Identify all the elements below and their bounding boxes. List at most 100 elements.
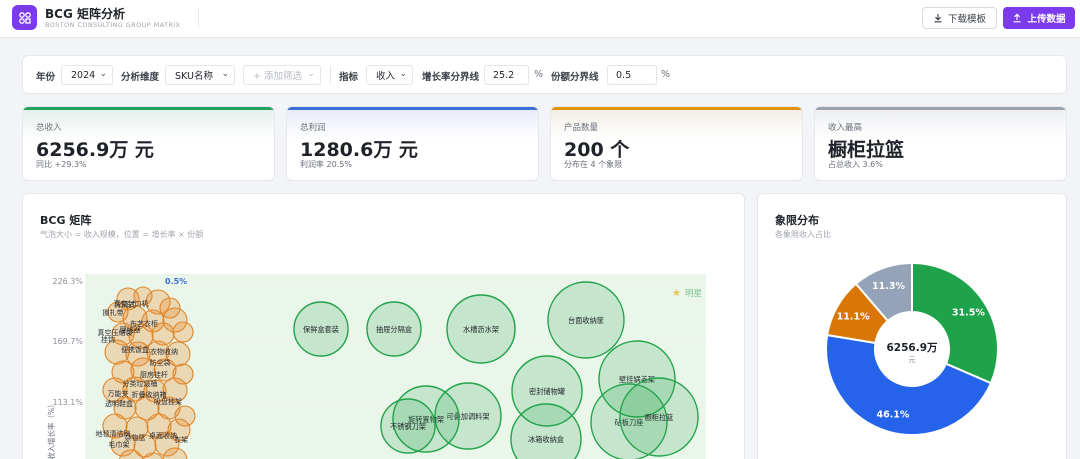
kpi-footnote: 分布在 4 个象限 bbox=[564, 160, 623, 169]
kpi-accent-bar bbox=[287, 107, 538, 110]
question-bubble-label: 万能夹 bbox=[108, 389, 129, 398]
chevron-down-icon: ⌄ bbox=[399, 69, 407, 79]
bubble-label: 抽屉分隔盒 bbox=[376, 325, 412, 334]
kpi-label: 总收入 bbox=[36, 123, 62, 133]
add-filter-select[interactable]: + 添加筛选 ⌄ bbox=[243, 65, 321, 85]
star-bubble[interactable]: 抽屉分隔盒 bbox=[366, 301, 422, 357]
growth-threshold-label: 增长率分界线 bbox=[422, 72, 480, 83]
chevron-down-icon: ⌄ bbox=[99, 69, 107, 79]
donut-slice-label: 11.3% bbox=[872, 281, 905, 292]
star-bubble[interactable]: 台面收纳筐 bbox=[547, 281, 625, 359]
filter-divider bbox=[330, 66, 331, 84]
donut-slice-label: 46.1% bbox=[876, 409, 909, 420]
growth-threshold-input[interactable]: 25.2 bbox=[484, 65, 529, 85]
upload-icon bbox=[1013, 13, 1021, 23]
download-icon bbox=[934, 14, 942, 23]
chevron-down-icon: ⌄ bbox=[307, 69, 315, 79]
kpi-footnote: 占总收入 3.6% bbox=[828, 160, 883, 169]
kpi-card-products: 产品数量 200 个 分布在 4 个象限 bbox=[550, 106, 803, 181]
kpi-card-revenue: 总收入 6256.9万 元 同比 +29.3% bbox=[22, 106, 275, 181]
question-bubble-label: 透明鞋盒 bbox=[105, 399, 133, 408]
kpi-value: 6256.9万 元 bbox=[36, 139, 154, 161]
kpi-card-profit: 总利润 1280.6万 元 利润率 20.5% bbox=[286, 106, 539, 181]
question-bubble-label: 挪扎带 bbox=[103, 308, 124, 317]
year-select[interactable]: 2024 ⌄ bbox=[61, 65, 113, 85]
question-bubble-label: 分隔式 bbox=[115, 300, 136, 309]
download-template-label: 下载模板 bbox=[947, 14, 986, 25]
question-bubble-label: 桌面收纳 bbox=[149, 431, 177, 440]
upload-data-button[interactable]: 上传数据 bbox=[1003, 7, 1075, 29]
metric-value: 收入 bbox=[376, 71, 396, 82]
kpi-footnote: 同比 +29.3% bbox=[36, 160, 87, 169]
app-logo bbox=[12, 5, 37, 30]
star-bubble[interactable]: 橱柜拉篮 bbox=[619, 377, 699, 457]
star-quadrant-tag: ★ 明星 bbox=[672, 288, 702, 299]
year-label: 年份 bbox=[36, 72, 56, 83]
dimension-select[interactable]: SKU名称 ⌄ bbox=[165, 65, 235, 85]
header-divider bbox=[198, 9, 199, 27]
share-threshold-value: 0.5 bbox=[616, 69, 632, 81]
question-bubble-label: 理线器 bbox=[120, 325, 141, 334]
kpi-accent-bar bbox=[23, 107, 274, 110]
star-bubble[interactable]: 不锈钢刀架 bbox=[380, 398, 436, 454]
kpi-label: 收入最高 bbox=[828, 123, 863, 133]
question-bubble-label: 衣架 bbox=[174, 435, 188, 444]
question-bubble-label: 吸盘挂架 bbox=[154, 397, 182, 406]
bubble-label: 冰箱收纳盒 bbox=[528, 435, 564, 444]
bubble-label: 橱柜拉篮 bbox=[645, 413, 674, 422]
bubble-label: 保鲜盒套装 bbox=[303, 325, 339, 334]
quadrant-distribution-panel: 象限分布 各象限收入占比 31.5% 46.1% 11.1% 11.3% 6256.9… bbox=[757, 193, 1067, 459]
share-threshold-label: 份额分界线 bbox=[551, 72, 599, 83]
kpi-accent-bar bbox=[551, 107, 802, 110]
star-bubble[interactable]: 保鲜盒套装 bbox=[293, 301, 349, 357]
download-template-button[interactable]: 下载模板 bbox=[922, 7, 997, 29]
year-value: 2024 bbox=[71, 69, 96, 81]
question-bubble-label: 毛巾架 bbox=[109, 440, 130, 449]
filter-bar: 年份 2024 ⌄ 分析维度 SKU名称 ⌄ + 添加筛选 ⌄ 指标 收入 ⌄ … bbox=[22, 55, 1067, 94]
bubble-label: 水槽沥水架 bbox=[463, 325, 499, 334]
share-unit: % bbox=[661, 69, 671, 80]
bcg-matrix-chart[interactable]: 226.3% 169.7% 113.1% 0.5% ★ 明星 收入增长率（%） … bbox=[23, 194, 745, 459]
metric-label: 指标 bbox=[339, 72, 359, 83]
kpi-value: 1280.6万 元 bbox=[300, 139, 418, 161]
question-bubble[interactable] bbox=[172, 321, 194, 343]
donut-center-value: 6256.9万 bbox=[886, 342, 938, 354]
y-tick-label: 113.1% bbox=[52, 398, 83, 407]
star-bubble[interactable]: 水槽沥水架 bbox=[446, 294, 516, 364]
bcg-matrix-panel: BCG 矩阵 气泡大小 = 收入规模，位置 = 增长率 × 份额 226.3% … bbox=[22, 193, 745, 459]
kpi-value: 橱柜拉篮 bbox=[828, 139, 905, 161]
quadrant-donut-chart[interactable]: 31.5% 46.1% 11.1% 11.3% 6256.9万 元 bbox=[758, 194, 1067, 459]
grid-icon bbox=[18, 11, 31, 24]
share-threshold-input[interactable]: 0.5 bbox=[607, 65, 657, 85]
kpi-label: 产品数量 bbox=[564, 123, 599, 133]
y-tick-label: 226.3% bbox=[52, 277, 83, 286]
question-bubble-label: 厨房挂杆 bbox=[140, 370, 168, 379]
kpi-label: 总利润 bbox=[300, 123, 326, 133]
growth-unit: % bbox=[534, 69, 544, 80]
question-bubble-label: 防尘袋 bbox=[150, 358, 171, 367]
share-threshold-marker: 0.5% bbox=[165, 277, 187, 286]
chevron-down-icon: ⌄ bbox=[221, 69, 229, 79]
y-axis-label: 收入增长率（%） bbox=[46, 400, 56, 459]
app-header: BCG 矩阵分析 BOSTON CONSULTING GROUP MATRIX … bbox=[0, 0, 1080, 38]
star-icon: ★ bbox=[672, 288, 681, 299]
bubble-label: 不锈钢刀架 bbox=[390, 422, 426, 431]
metric-select[interactable]: 收入 ⌄ bbox=[366, 65, 413, 85]
kpi-card-top-product: 收入最高 橱柜拉篮 占总收入 3.6% bbox=[814, 106, 1067, 181]
kpi-accent-bar bbox=[815, 107, 1066, 110]
star-quadrant-label: 明星 bbox=[685, 289, 702, 299]
donut-slice-label: 31.5% bbox=[952, 307, 985, 318]
add-filter-placeholder: + 添加筛选 bbox=[253, 71, 302, 82]
app-title: BCG 矩阵分析 bbox=[45, 7, 125, 21]
question-bubble-label: 衣物收纳 bbox=[150, 347, 178, 356]
bubble-label: 密封储物罐 bbox=[529, 387, 565, 396]
kpi-value: 200 个 bbox=[564, 139, 630, 161]
donut-center-unit: 元 bbox=[909, 356, 916, 364]
dimension-label: 分析维度 bbox=[121, 72, 160, 83]
app-subtitle: BOSTON CONSULTING GROUP MATRIX bbox=[45, 21, 181, 29]
y-tick-label: 169.7% bbox=[52, 337, 83, 346]
bubble-label: 台面收纳筐 bbox=[568, 316, 604, 325]
question-bubble-label: 分类垃圾桶 bbox=[123, 379, 158, 388]
donut-slice[interactable] bbox=[911, 261, 999, 385]
donut-slice-label: 11.1% bbox=[837, 311, 870, 322]
